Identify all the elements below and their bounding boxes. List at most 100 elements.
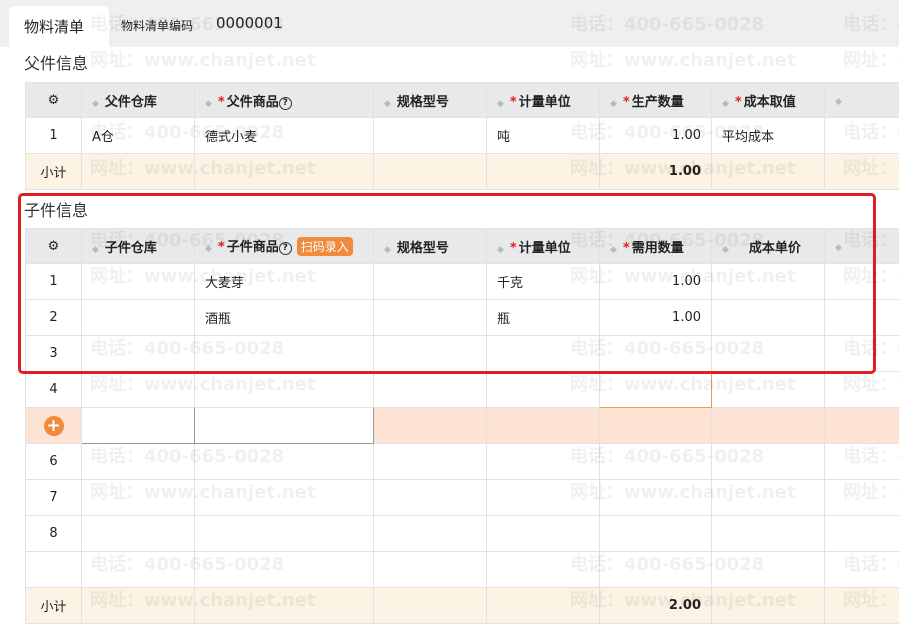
col-unit-cost[interactable]: ◆成本单价 — [712, 229, 825, 264]
col-extra[interactable]: ◆ — [825, 83, 899, 118]
warehouse-cell[interactable]: A仓 — [82, 118, 195, 154]
sort-icon[interactable]: ◆ — [205, 244, 212, 254]
spec-cell[interactable] — [374, 516, 487, 552]
scan-entry-button[interactable]: 扫码录入 — [297, 237, 353, 256]
sort-icon[interactable]: ◆ — [384, 245, 391, 255]
unit-cell[interactable] — [487, 444, 600, 480]
x-cell[interactable] — [825, 516, 899, 552]
subtotal-row: 小计2.00 — [26, 588, 899, 624]
col-quantity[interactable]: ◆*生产数量 — [600, 83, 712, 118]
x-cell[interactable] — [825, 300, 899, 336]
sort-icon[interactable]: ◆ — [205, 99, 212, 109]
unit-cell[interactable] — [487, 336, 600, 372]
unit-cell[interactable] — [487, 372, 600, 408]
tab-bom[interactable]: 物料清单 — [9, 6, 109, 48]
qty-cell[interactable] — [600, 444, 712, 480]
col-parent-warehouse[interactable]: ◆父件仓库 — [82, 83, 195, 118]
col-cost-method[interactable]: ◆*成本取值 — [712, 83, 825, 118]
cost-cell[interactable]: 平均成本 — [712, 118, 825, 154]
product-cell[interactable]: 酒瓶 — [195, 300, 374, 336]
x-cell[interactable] — [825, 336, 899, 372]
qty-cell[interactable] — [600, 516, 712, 552]
column-settings-icon[interactable]: ⚙ — [26, 229, 82, 264]
unit-cell[interactable] — [487, 480, 600, 516]
product-cell[interactable] — [195, 480, 374, 516]
parent-section-title: 父件信息 — [24, 50, 88, 74]
col-unit[interactable]: ◆*计量单位 — [487, 229, 600, 264]
spec-cell[interactable] — [374, 480, 487, 516]
unit-cell[interactable]: 吨 — [487, 118, 600, 154]
table-row: 6 — [26, 444, 899, 480]
sort-icon[interactable]: ◆ — [497, 245, 504, 255]
col-child-warehouse[interactable]: ◆子件仓库 — [82, 229, 195, 264]
unit-cell[interactable] — [487, 516, 600, 552]
sort-icon[interactable]: ◆ — [384, 99, 391, 109]
x-cell[interactable] — [825, 264, 899, 300]
qty-cell[interactable]: 1.00 — [600, 264, 712, 300]
col-unit[interactable]: ◆*计量单位 — [487, 83, 600, 118]
table-row: 4 — [26, 372, 899, 408]
qty-cell[interactable]: 1.00 — [600, 300, 712, 336]
no-cell: 4 — [26, 372, 82, 408]
col-spec[interactable]: ◆规格型号 — [374, 229, 487, 264]
cost-cell[interactable] — [712, 372, 825, 408]
table-row-partial — [26, 552, 899, 588]
help-icon[interactable]: ? — [279, 97, 292, 110]
cost-cell[interactable] — [712, 336, 825, 372]
sort-icon[interactable]: ◆ — [835, 97, 842, 107]
qty-cell[interactable]: 1.00 — [600, 118, 712, 154]
sort-icon[interactable]: ◆ — [722, 99, 729, 109]
sort-icon[interactable]: ◆ — [610, 245, 617, 255]
col-spec[interactable]: ◆规格型号 — [374, 83, 487, 118]
sort-icon[interactable]: ◆ — [835, 243, 842, 253]
new-warehouse-input[interactable] — [82, 408, 195, 444]
spec-cell[interactable] — [374, 336, 487, 372]
help-icon[interactable]: ? — [279, 242, 292, 255]
spec-cell[interactable] — [374, 264, 487, 300]
product-cell[interactable] — [195, 372, 374, 408]
warehouse-cell[interactable] — [82, 336, 195, 372]
warehouse-cell[interactable] — [82, 480, 195, 516]
add-row-icon[interactable]: + — [44, 416, 64, 436]
unit-cell[interactable]: 千克 — [487, 264, 600, 300]
warehouse-cell[interactable] — [82, 516, 195, 552]
product-cell[interactable] — [195, 444, 374, 480]
col-required-qty[interactable]: ◆*需用数量 — [600, 229, 712, 264]
cost-cell[interactable] — [712, 516, 825, 552]
sort-icon[interactable]: ◆ — [497, 99, 504, 109]
qty-cell[interactable] — [600, 336, 712, 372]
col-extra[interactable]: ◆ — [825, 229, 899, 264]
sort-icon[interactable]: ◆ — [92, 245, 99, 255]
spec-cell[interactable] — [374, 372, 487, 408]
cost-cell[interactable] — [712, 444, 825, 480]
cost-cell[interactable] — [712, 300, 825, 336]
watermark-text: 网址：www.chanjet.net — [90, 46, 315, 72]
bom-code-label: 物料清单编码 — [121, 17, 193, 34]
col-parent-product[interactable]: ◆*父件商品? — [195, 83, 374, 118]
warehouse-cell[interactable] — [82, 372, 195, 408]
cost-cell[interactable] — [712, 264, 825, 300]
product-cell[interactable]: 德式小麦 — [195, 118, 374, 154]
qty-cell[interactable] — [600, 480, 712, 516]
product-cell[interactable] — [195, 336, 374, 372]
product-cell[interactable] — [195, 516, 374, 552]
x-cell[interactable] — [825, 480, 899, 516]
sort-icon[interactable]: ◆ — [610, 99, 617, 109]
warehouse-cell[interactable] — [82, 444, 195, 480]
warehouse-cell[interactable] — [82, 264, 195, 300]
cost-cell[interactable] — [712, 480, 825, 516]
spec-cell[interactable] — [374, 118, 487, 154]
warehouse-cell[interactable] — [82, 300, 195, 336]
qty-cell[interactable] — [600, 372, 712, 408]
sort-icon[interactable]: ◆ — [722, 245, 729, 255]
new-product-input[interactable] — [195, 408, 374, 444]
col-child-product[interactable]: ◆*子件商品?扫码录入 — [195, 229, 374, 264]
sort-icon[interactable]: ◆ — [92, 99, 99, 109]
unit-cell[interactable]: 瓶 — [487, 300, 600, 336]
column-settings-icon[interactable]: ⚙ — [26, 83, 82, 118]
spec-cell[interactable] — [374, 300, 487, 336]
product-cell[interactable]: 大麦芽 — [195, 264, 374, 300]
x-cell[interactable] — [825, 444, 899, 480]
x-cell[interactable] — [825, 372, 899, 408]
spec-cell[interactable] — [374, 444, 487, 480]
